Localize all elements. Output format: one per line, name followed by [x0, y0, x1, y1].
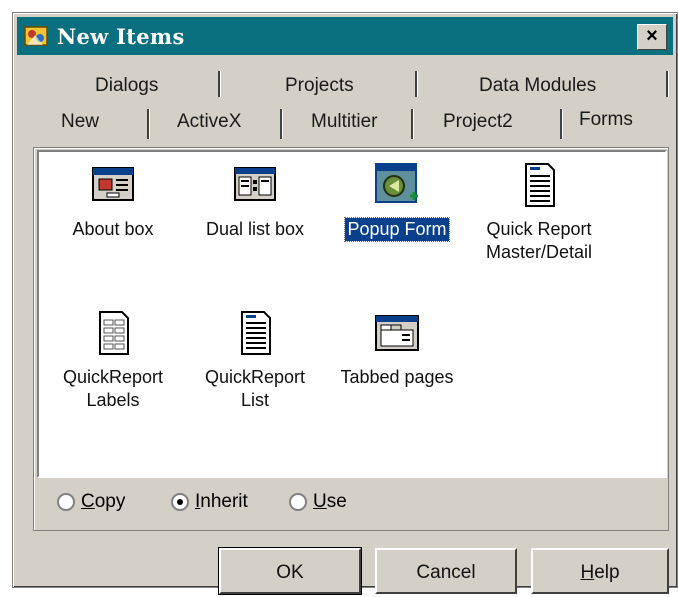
- tab-project2[interactable]: Project2: [443, 111, 513, 133]
- tab-dialogs[interactable]: Dialogs: [95, 75, 158, 97]
- item-popup-form[interactable]: Popup Form: [327, 162, 467, 242]
- tab-separator: [147, 109, 149, 139]
- dual-list-box-icon: [234, 167, 276, 201]
- window-title: New Items: [57, 24, 185, 49]
- item-label-line: Master/Detail: [485, 242, 593, 262]
- tab-separator: [666, 71, 668, 97]
- item-label: Popup Form: [344, 217, 450, 242]
- item-label-line: Labels: [86, 390, 140, 410]
- item-label-line: Quick Report: [486, 219, 592, 239]
- use-radio[interactable]: Use: [289, 491, 347, 513]
- tab-activex[interactable]: ActiveX: [177, 111, 241, 133]
- tab-separator: [560, 109, 562, 139]
- quick-report-master-detail-icon: [525, 163, 555, 207]
- item-tabbed-pages[interactable]: Tabbed pages: [327, 310, 467, 389]
- tab-projects[interactable]: Projects: [285, 75, 354, 97]
- radio-circle-checked: [171, 493, 189, 511]
- new-items-dialog: New Items × Dialogs Projects Data Module…: [12, 12, 678, 595]
- item-quickreport-labels[interactable]: QuickReport Labels: [43, 310, 183, 412]
- item-quick-report-master-detail[interactable]: Quick Report Master/Detail: [469, 162, 609, 264]
- inherit-radio[interactable]: Inherit: [171, 491, 248, 513]
- radio-circle: [57, 493, 75, 511]
- item-label-line: QuickReport: [62, 367, 164, 387]
- close-button[interactable]: ×: [637, 24, 667, 50]
- accelerator-key: U: [313, 491, 327, 512]
- tab-separator: [411, 109, 413, 139]
- cancel-button[interactable]: Cancel: [375, 548, 517, 594]
- help-button[interactable]: Help: [531, 548, 669, 594]
- popup-form-icon: [375, 163, 418, 203]
- tab-data-modules[interactable]: Data Modules: [479, 75, 596, 97]
- item-label: Quick Report Master/Detail: [484, 218, 594, 264]
- item-label: Dual list box: [205, 219, 305, 239]
- radio-label: se: [326, 491, 347, 512]
- tab-forms[interactable]: Forms: [579, 109, 633, 131]
- quickreport-list-icon: [241, 311, 271, 355]
- tab-multitier[interactable]: Multitier: [311, 111, 378, 133]
- tab-separator: [218, 71, 220, 97]
- item-quickreport-list[interactable]: QuickReport List: [185, 310, 325, 412]
- item-label-line: List: [240, 390, 269, 410]
- ok-button[interactable]: OK: [218, 547, 362, 595]
- radio-label: opy: [94, 491, 126, 512]
- copy-radio[interactable]: Copy: [57, 491, 125, 513]
- tab-new[interactable]: New: [61, 111, 99, 133]
- tab-separator: [415, 71, 417, 97]
- about-box-icon: [92, 167, 134, 201]
- accelerator-key: C: [81, 491, 95, 512]
- items-list[interactable]: About box Dual list box Popup Form Quick…: [37, 150, 667, 478]
- item-label-line: QuickReport: [204, 367, 306, 387]
- radio-circle: [289, 493, 307, 511]
- item-label: QuickReport List: [203, 366, 307, 412]
- quickreport-labels-icon: [99, 311, 129, 355]
- item-about-box[interactable]: About box: [43, 162, 183, 241]
- button-label: elp: [594, 562, 620, 583]
- item-label: About box: [72, 219, 154, 239]
- app-icon: [24, 26, 48, 46]
- item-label: Tabbed pages: [340, 367, 454, 387]
- item-dual-list-box[interactable]: Dual list box: [185, 162, 325, 241]
- tabbed-pages-icon: [375, 315, 419, 351]
- title-bar[interactable]: New Items ×: [17, 17, 673, 55]
- item-label: QuickReport Labels: [61, 366, 165, 412]
- radio-label: nherit: [200, 491, 248, 512]
- tab-separator: [280, 109, 282, 139]
- accelerator-key: H: [580, 562, 595, 583]
